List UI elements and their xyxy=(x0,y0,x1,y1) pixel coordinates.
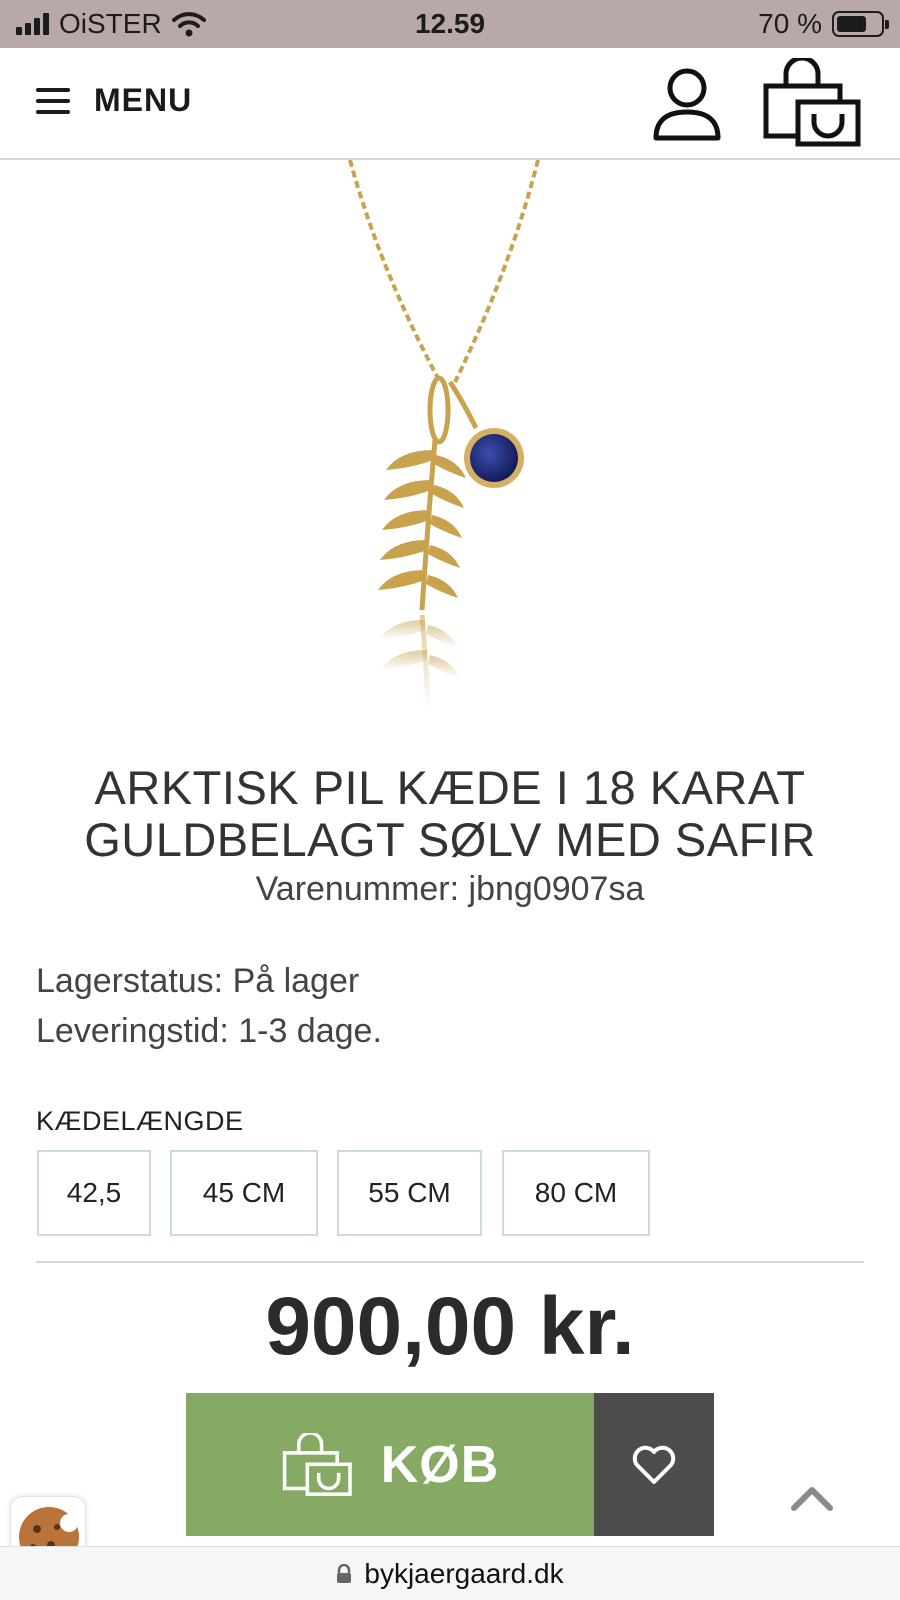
chain-length-label: KÆDELÆNGDE xyxy=(36,1106,244,1136)
product-title-line-2: GULDBELAGT SØLV MED SAFIR xyxy=(84,813,816,866)
chain-length-option-80[interactable]: 80 CM xyxy=(502,1150,650,1236)
status-bar: OiSTER 12.59 70 % xyxy=(0,0,900,48)
site-header: MENU xyxy=(0,48,900,160)
user-icon[interactable] xyxy=(652,66,722,142)
browser-url-bar[interactable]: bykjaergaard.dk xyxy=(0,1546,900,1600)
buy-label: KØB xyxy=(380,1435,500,1494)
product-image[interactable] xyxy=(300,160,600,740)
chevron-up-icon[interactable] xyxy=(790,1484,834,1514)
wishlist-button[interactable] xyxy=(594,1393,714,1536)
battery-percent: 70 % xyxy=(758,8,822,39)
product-title-line-1: ARKTISK PIL KÆDE I 18 KARAT xyxy=(94,761,806,814)
battery-icon xyxy=(832,11,889,37)
heart-icon xyxy=(632,1445,676,1484)
divider xyxy=(36,1261,864,1263)
url-text: bykjaergaard.dk xyxy=(364,1557,564,1589)
product-price: 900,00 kr. xyxy=(265,1281,635,1372)
shopping-bag-icon xyxy=(282,1432,352,1496)
buy-button[interactable]: KØB xyxy=(186,1393,594,1536)
lock-icon xyxy=(337,1563,352,1583)
status-right: 70 % xyxy=(758,8,889,40)
stock-status: Lagerstatus: På lager xyxy=(36,962,360,1000)
hamburger-icon xyxy=(36,87,70,114)
menu-label: MENU xyxy=(94,82,193,118)
chain-length-option-42-5[interactable]: 42,5 xyxy=(37,1150,151,1236)
menu-button[interactable]: MENU xyxy=(36,82,192,119)
chain-length-option-55[interactable]: 55 CM xyxy=(337,1150,482,1236)
product-sku: Varenummer: jbng0907sa xyxy=(255,870,645,908)
shopping-bag-icon[interactable] xyxy=(762,58,864,148)
delivery-time: Leveringstid: 1-3 dage. xyxy=(36,1012,382,1050)
chain-length-option-45[interactable]: 45 CM xyxy=(170,1150,318,1236)
battery-fill xyxy=(837,16,867,32)
product-title: ARKTISK PIL KÆDE I 18 KARAT GULDBELAGT S… xyxy=(0,762,900,866)
